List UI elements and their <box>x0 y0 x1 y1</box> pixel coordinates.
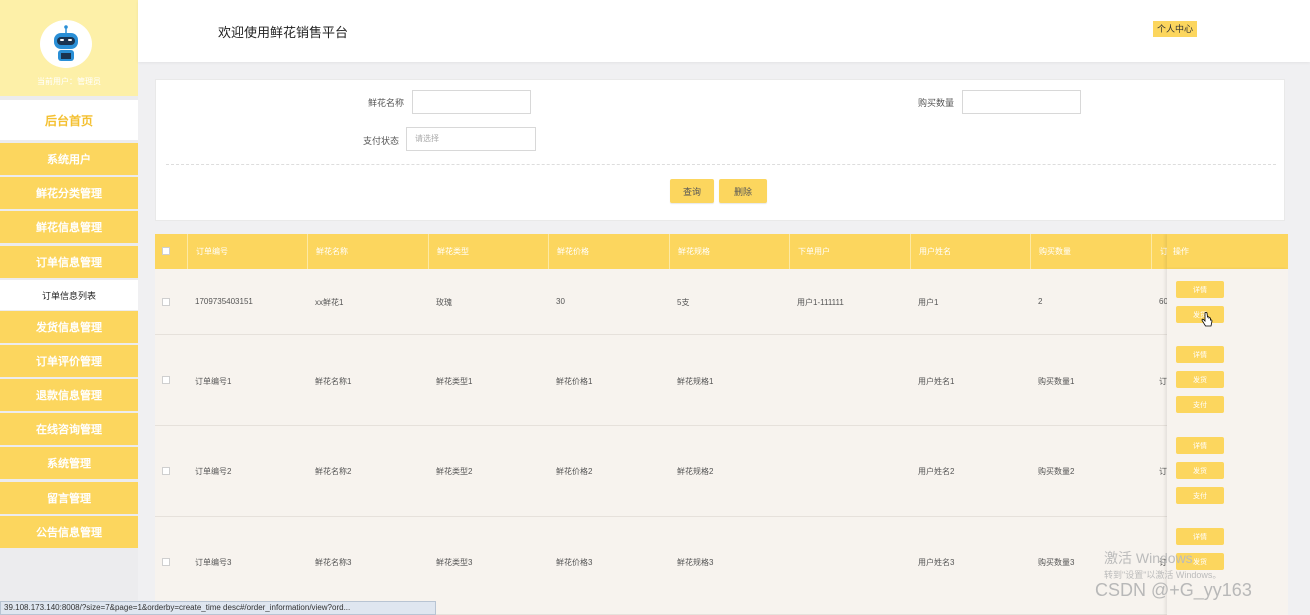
row-checkbox[interactable] <box>162 467 170 475</box>
col-user-name: 用户姓名 <box>910 234 1030 269</box>
quantity-input[interactable] <box>962 90 1081 114</box>
detail-button[interactable]: 详情 <box>1176 281 1224 298</box>
cell-order-amount: 60 <box>1159 297 1167 306</box>
cell-order-amount: 订单 <box>1159 467 1167 476</box>
flower-name-input[interactable] <box>412 90 531 114</box>
divider <box>166 164 1276 165</box>
menu-order-info[interactable]: 订单信息管理 <box>0 246 138 278</box>
menu-message-manage[interactable]: 留言管理 <box>0 482 138 514</box>
menu-system-manage[interactable]: 系统管理 <box>0 447 138 479</box>
col-flower-spec: 鲜花规格 <box>669 234 789 269</box>
pay-status-label: 支付状态 <box>363 136 400 146</box>
menu-flower-info[interactable]: 鲜花信息管理 <box>0 211 138 243</box>
ship-button[interactable]: 发货 <box>1176 306 1224 323</box>
cell-flower-type: 玫瑰 <box>436 298 452 307</box>
ship-button[interactable]: 发货 <box>1176 371 1224 388</box>
cell-flower-spec: 5支 <box>677 298 690 307</box>
cell-flower-price: 鲜花价格3 <box>556 558 593 567</box>
menu-order-review[interactable]: 订单评价管理 <box>0 345 138 377</box>
delete-button[interactable]: 删除 <box>719 179 767 203</box>
menu-notice-manage[interactable]: 公告信息管理 <box>0 516 138 548</box>
cell-flower-spec: 鲜花规格1 <box>677 377 714 386</box>
cell-user-name: 用户姓名1 <box>918 377 955 386</box>
cell-flower-price: 鲜花价格2 <box>556 467 593 476</box>
detail-button[interactable]: 详情 <box>1176 528 1224 545</box>
table-row: 1709735403151 xx鲜花1 玫瑰 30 5支 用户1-111111 … <box>155 269 1288 335</box>
browser-status-url: 39.108.173.140:8008/?size=7&page=1&order… <box>0 601 436 615</box>
cell-order-no: 1709735403151 <box>195 297 253 306</box>
table-header: 订单编号 鲜花名称 鲜花类型 鲜花价格 鲜花规格 下单用户 用户姓名 购买数量 … <box>155 234 1288 269</box>
cell-flower-name: 鲜花名称2 <box>315 467 352 476</box>
row-checkbox[interactable] <box>162 376 170 384</box>
row-checkbox[interactable] <box>162 558 170 566</box>
cell-quantity: 2 <box>1038 297 1043 306</box>
pay-button[interactable]: 支付 <box>1176 396 1224 413</box>
cell-order-no: 订单编号2 <box>195 467 232 476</box>
cell-flower-name: 鲜花名称3 <box>315 558 352 567</box>
col-flower-price: 鲜花价格 <box>548 234 669 269</box>
row-checkbox[interactable] <box>162 298 170 306</box>
cell-user-name: 用户姓名3 <box>918 558 955 567</box>
profile-button[interactable]: 个人中心 <box>1153 21 1198 37</box>
flower-name-label: 鲜花名称 <box>368 98 405 108</box>
col-actions: 操作 <box>1167 234 1288 269</box>
cell-quantity: 购买数量1 <box>1038 377 1075 386</box>
cell-flower-type: 鲜花类型2 <box>436 467 473 476</box>
menu-flower-category[interactable]: 鲜花分类管理 <box>0 177 138 209</box>
search-panel: 鲜花名称 购买数量 支付状态 请选择 查询 删除 <box>155 79 1285 221</box>
cell-order-user: 用户1-111111 <box>797 298 844 307</box>
query-button[interactable]: 查询 <box>670 179 714 203</box>
user-box: 当前用户：管理员 <box>0 0 138 96</box>
detail-button[interactable]: 详情 <box>1176 346 1224 363</box>
quantity-label: 购买数量 <box>918 98 955 108</box>
col-flower-type: 鲜花类型 <box>428 234 548 269</box>
windows-activate-watermark: 激活 Windows <box>1104 550 1193 566</box>
pay-button[interactable]: 支付 <box>1176 487 1224 504</box>
cell-flower-price: 30 <box>556 297 565 306</box>
cell-flower-spec: 鲜花规格2 <box>677 467 714 476</box>
avatar <box>40 20 92 68</box>
menu-home[interactable]: 后台首页 <box>0 100 138 140</box>
cell-flower-price: 鲜花价格1 <box>556 377 593 386</box>
col-flower-name: 鲜花名称 <box>307 234 428 269</box>
cell-order-no: 订单编号3 <box>195 558 232 567</box>
menu-system-users[interactable]: 系统用户 <box>0 143 138 175</box>
ship-button[interactable]: 发货 <box>1176 462 1224 479</box>
table-row: 订单编号2 鲜花名称2 鲜花类型2 鲜花价格2 鲜花规格2 用户姓名2 购买数量… <box>155 426 1288 517</box>
cell-flower-spec: 鲜花规格3 <box>677 558 714 567</box>
col-order-no: 订单编号 <box>187 234 307 269</box>
current-user-label: 当前用户：管理员 <box>37 77 101 86</box>
cell-order-no: 订单编号1 <box>195 377 232 386</box>
page-title: 欢迎使用鲜花销售平台 <box>218 25 349 40</box>
cell-user-name: 用户姓名2 <box>918 467 955 476</box>
select-all-checkbox[interactable] <box>162 247 170 255</box>
csdn-watermark: CSDN @+G_yy163 <box>1095 580 1252 600</box>
top-header: 欢迎使用鲜花销售平台 个人中心 <box>138 0 1310 62</box>
submenu-order-list[interactable]: 订单信息列表 <box>0 280 138 310</box>
menu-online-consult[interactable]: 在线咨询管理 <box>0 413 138 445</box>
menu-refund-info[interactable]: 退款信息管理 <box>0 379 138 411</box>
sidebar: 当前用户：管理员 后台首页 系统用户 鲜花分类管理 鲜花信息管理 订单信息管理 … <box>0 0 138 615</box>
pay-status-select[interactable]: 请选择 <box>406 127 536 151</box>
robot-icon <box>54 25 78 61</box>
col-order-user: 下单用户 <box>789 234 910 269</box>
hand-cursor-icon <box>1201 312 1213 327</box>
menu-shipping-info[interactable]: 发货信息管理 <box>0 311 138 343</box>
cell-flower-name: 鲜花名称1 <box>315 377 352 386</box>
cell-order-amount: 订单 <box>1159 377 1167 386</box>
detail-button[interactable]: 详情 <box>1176 437 1224 454</box>
col-quantity: 购买数量 <box>1030 234 1151 269</box>
cell-flower-name: xx鲜花1 <box>315 298 344 307</box>
table-row: 订单编号1 鲜花名称1 鲜花类型1 鲜花价格1 鲜花规格1 用户姓名1 购买数量… <box>155 335 1288 426</box>
cell-flower-type: 鲜花类型1 <box>436 377 473 386</box>
cell-quantity: 购买数量2 <box>1038 467 1075 476</box>
cell-flower-type: 鲜花类型3 <box>436 558 473 567</box>
cell-user-name: 用户1 <box>918 298 939 307</box>
